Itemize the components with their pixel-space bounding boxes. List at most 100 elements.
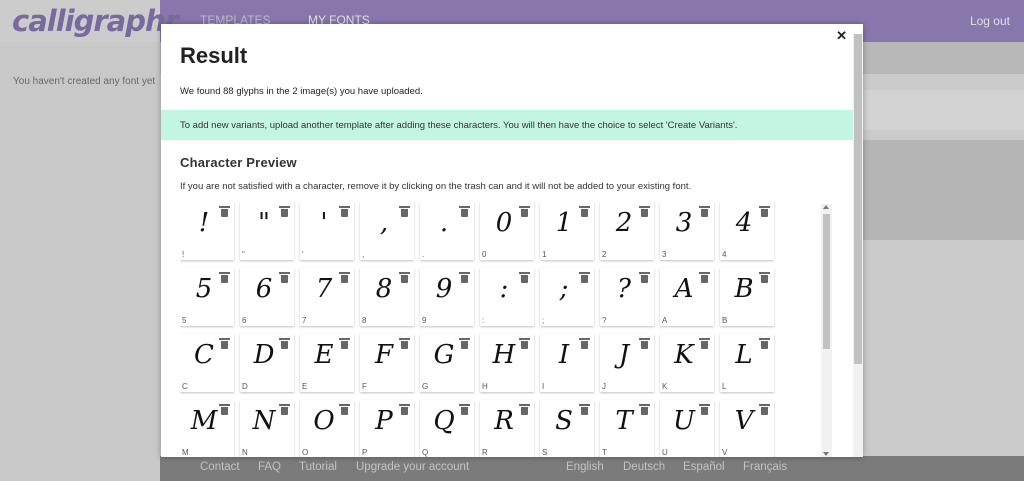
trash-icon[interactable] — [219, 404, 230, 415]
glyph-label: U — [662, 448, 668, 457]
close-icon[interactable]: ✕ — [836, 28, 847, 44]
glyph-card: HH — [480, 334, 534, 392]
modal-scrollbar[interactable] — [853, 34, 863, 457]
trash-icon[interactable] — [579, 338, 590, 349]
glyph-label: ! — [182, 250, 185, 259]
glyph-card: 88 — [360, 268, 414, 326]
glyph-label: , — [362, 250, 365, 259]
trash-icon[interactable] — [699, 338, 710, 349]
scroll-up-arrow-icon[interactable] — [823, 205, 829, 209]
trash-icon[interactable] — [339, 338, 350, 349]
trash-icon[interactable] — [759, 272, 770, 283]
trash-icon[interactable] — [579, 206, 590, 217]
trash-icon[interactable] — [759, 206, 770, 217]
glyph-card: QQ — [420, 400, 474, 457]
modal-title: Result — [180, 43, 248, 68]
trash-icon[interactable] — [399, 338, 410, 349]
glyph-card: KK — [660, 334, 714, 392]
glyph-card: LL — [720, 334, 774, 392]
glyph-label: " — [242, 250, 245, 259]
glyph-label: P — [362, 448, 368, 457]
glyph-card: ,, — [360, 202, 414, 260]
glyph-card: BB — [720, 268, 774, 326]
glyph-card: VV — [720, 400, 774, 457]
trash-icon[interactable] — [339, 206, 350, 217]
trash-icon[interactable] — [459, 404, 470, 415]
trash-icon[interactable] — [339, 272, 350, 283]
result-modal: ✕ Result We found 88 glyphs in the 2 ima… — [161, 24, 863, 457]
glyph-label: G — [422, 382, 429, 391]
glyph-label: 0 — [482, 250, 487, 259]
trash-icon[interactable] — [279, 404, 290, 415]
glyph-label: A — [662, 316, 668, 325]
trash-icon[interactable] — [519, 404, 530, 415]
glyph-label: B — [722, 316, 728, 325]
trash-icon[interactable] — [759, 338, 770, 349]
glyph-card: ' ' — [300, 202, 354, 260]
glyph-label: 4 — [722, 250, 727, 259]
glyph-label: D — [242, 382, 248, 391]
trash-icon[interactable] — [519, 338, 530, 349]
glyph-label: K — [662, 382, 668, 391]
glyph-label: : — [482, 316, 485, 325]
trash-icon[interactable] — [699, 404, 710, 415]
trash-icon[interactable] — [399, 272, 410, 283]
glyph-card: FF — [360, 334, 414, 392]
trash-icon[interactable] — [639, 206, 650, 217]
glyph-card: 66 — [240, 268, 294, 326]
glyph-card: UU — [660, 400, 714, 457]
trash-icon[interactable] — [519, 206, 530, 217]
glyph-label: 3 — [662, 250, 667, 259]
glyph-label: E — [302, 382, 308, 391]
glyph-label: V — [722, 448, 728, 457]
glyph-card: SS — [540, 400, 594, 457]
trash-icon[interactable] — [279, 206, 290, 217]
trash-icon[interactable] — [579, 272, 590, 283]
glyph-card: ;; — [540, 268, 594, 326]
trash-icon[interactable] — [459, 206, 470, 217]
trash-icon[interactable] — [219, 338, 230, 349]
glyph-label: . — [422, 250, 425, 259]
glyph-card: NN — [240, 400, 294, 457]
glyph-label: ' — [302, 250, 304, 259]
trash-icon[interactable] — [339, 404, 350, 415]
trash-icon[interactable] — [639, 272, 650, 283]
glyph-count-message: We found 88 glyphs in the 2 image(s) you… — [180, 86, 423, 97]
character-preview-title: Character Preview — [180, 155, 297, 170]
modal-scroll-thumb[interactable] — [854, 34, 862, 364]
glyph-label: 9 — [422, 316, 427, 325]
trash-icon[interactable] — [759, 404, 770, 415]
glyph-label: 5 — [182, 316, 187, 325]
trash-icon[interactable] — [699, 272, 710, 283]
glyph-card: GG — [420, 334, 474, 392]
glyph-card: DD — [240, 334, 294, 392]
trash-icon[interactable] — [639, 338, 650, 349]
trash-icon[interactable] — [519, 272, 530, 283]
glyph-card: 22 — [600, 202, 654, 260]
glyph-card: 11 — [540, 202, 594, 260]
glyph-label: ; — [542, 316, 545, 325]
glyph-card: 99 — [420, 268, 474, 326]
trash-icon[interactable] — [459, 272, 470, 283]
trash-icon[interactable] — [699, 206, 710, 217]
character-preview-description: If you are not satisfied with a characte… — [180, 181, 692, 192]
trash-icon[interactable] — [399, 404, 410, 415]
trash-icon[interactable] — [219, 206, 230, 217]
scroll-down-arrow-icon[interactable] — [823, 452, 829, 456]
glyph-card: 00 — [480, 202, 534, 260]
trash-icon[interactable] — [279, 338, 290, 349]
glyph-grid-scroll-thumb[interactable] — [823, 214, 830, 349]
trash-icon[interactable] — [459, 338, 470, 349]
trash-icon[interactable] — [219, 272, 230, 283]
trash-icon[interactable] — [279, 272, 290, 283]
glyph-card: PP — [360, 400, 414, 457]
trash-icon[interactable] — [639, 404, 650, 415]
trash-icon[interactable] — [399, 206, 410, 217]
glyph-label: H — [482, 382, 488, 391]
glyph-card: EE — [300, 334, 354, 392]
glyph-label: J — [602, 382, 606, 391]
trash-icon[interactable] — [579, 404, 590, 415]
glyph-card: TT — [600, 400, 654, 457]
glyph-grid-scrollbar[interactable] — [821, 204, 832, 457]
glyph-label: R — [482, 448, 488, 457]
